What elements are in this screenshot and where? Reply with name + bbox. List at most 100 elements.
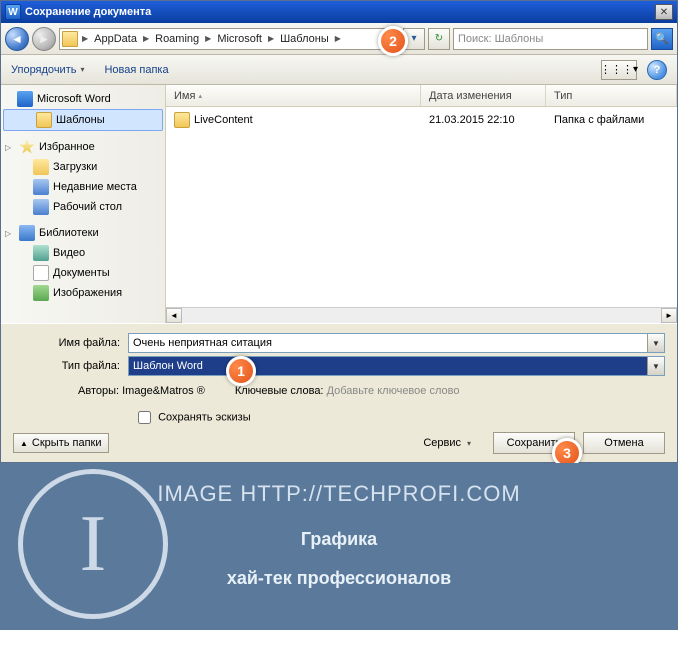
sidebar-item-label: Изображения xyxy=(53,287,122,299)
watermark-logo: I xyxy=(18,469,168,619)
dropdown-icon[interactable]: ▼ xyxy=(647,334,664,352)
horizontal-scrollbar[interactable]: ◄ ► xyxy=(166,307,677,323)
sidebar-item-label: Избранное xyxy=(39,141,95,153)
new-folder-button[interactable]: Новая папка xyxy=(104,64,168,76)
breadcrumb-item[interactable]: Шаблоны xyxy=(278,33,331,45)
cancel-button[interactable]: Отмена xyxy=(583,432,665,454)
chevron-right-icon[interactable]: ▶ xyxy=(266,34,276,43)
filetype-label: Тип файла: xyxy=(13,360,128,372)
sidebar-item-images[interactable]: Изображения xyxy=(1,283,165,303)
documents-icon xyxy=(33,265,49,281)
sidebar-item-videos[interactable]: Видео xyxy=(1,243,165,263)
forward-button[interactable]: ► xyxy=(32,27,56,51)
col-date[interactable]: Дата изменения xyxy=(421,85,546,106)
sidebar-item-favorites[interactable]: ▷ Избранное xyxy=(1,137,165,157)
file-name: LiveContent xyxy=(194,114,253,126)
recent-places-icon xyxy=(33,179,49,195)
file-type: Папка с файлами xyxy=(554,114,644,126)
help-button[interactable]: ? xyxy=(647,60,667,80)
images-icon xyxy=(33,285,49,301)
filename-input[interactable]: Очень неприятная ситация ▼ xyxy=(128,333,665,353)
sort-indicator-icon: ▴ xyxy=(198,92,202,100)
chevron-right-icon[interactable]: ▶ xyxy=(141,34,151,43)
sidebar-item-recent[interactable]: Недавние места xyxy=(1,177,165,197)
expander-icon[interactable]: ▷ xyxy=(5,143,15,152)
word-icon: W xyxy=(5,4,21,20)
col-name[interactable]: Имя ▴ xyxy=(166,85,421,106)
keywords-hint[interactable]: Добавьте ключевое слово xyxy=(327,385,460,397)
sidebar-item-downloads[interactable]: Загрузки xyxy=(1,157,165,177)
authors-label: Авторы: xyxy=(78,385,119,397)
sidebar-item-label: Документы xyxy=(53,267,110,279)
sidebar-item-label: Недавние места xyxy=(53,181,137,193)
col-label: Имя xyxy=(174,90,195,102)
refresh-button[interactable]: ↻ xyxy=(428,28,450,50)
sidebar-item-desktop[interactable]: Рабочий стол xyxy=(1,197,165,217)
filename-label: Имя файла: xyxy=(13,337,128,349)
cancel-button-label: Отмена xyxy=(604,437,643,449)
breadcrumb-item[interactable]: Roaming xyxy=(153,33,201,45)
breadcrumb-item[interactable]: Microsoft xyxy=(215,33,264,45)
file-row[interactable]: LiveContent 21.03.2015 22:10 Папка с фай… xyxy=(166,107,677,133)
folder-icon xyxy=(36,112,52,128)
sidebar-item-label: Рабочий стол xyxy=(53,201,122,213)
window-title: Сохранение документа xyxy=(25,6,655,18)
titlebar: W Сохранение документа ✕ xyxy=(1,1,677,23)
word-icon xyxy=(17,91,33,107)
chevron-right-icon[interactable]: ▶ xyxy=(203,34,213,43)
sidebar-item-label: Шаблоны xyxy=(56,114,105,126)
watermark-footer: I IMAGE HTTP://TECHPROFI.COM Графика хай… xyxy=(0,463,678,630)
toolbar: Упорядочить Новая папка ⋮⋮⋮ ▾ ? xyxy=(1,55,677,85)
file-rows[interactable]: LiveContent 21.03.2015 22:10 Папка с фай… xyxy=(166,107,677,307)
content-area: Microsoft Word Шаблоны ▷ Избранное Загру… xyxy=(1,85,677,323)
folder-icon xyxy=(174,112,190,128)
search-go-button[interactable]: 🔍 xyxy=(651,28,673,50)
expander-icon[interactable]: ▷ xyxy=(5,229,15,238)
scroll-left-icon[interactable]: ◄ xyxy=(166,308,182,323)
dropdown-icon[interactable]: ▼ xyxy=(647,357,664,375)
navigation-pane: Microsoft Word Шаблоны ▷ Избранное Загру… xyxy=(1,85,166,323)
breadcrumb-item[interactable]: AppData xyxy=(92,33,139,45)
organize-button[interactable]: Упорядочить xyxy=(11,64,84,76)
close-button[interactable]: ✕ xyxy=(655,4,673,20)
search-placeholder: Поиск: Шаблоны xyxy=(458,33,543,45)
marker-2: 2 xyxy=(378,26,408,56)
save-thumbnail-checkbox[interactable] xyxy=(138,411,151,424)
sidebar-item-label: Видео xyxy=(53,247,85,259)
view-options-button[interactable]: ⋮⋮⋮ ▾ xyxy=(601,60,637,80)
filetype-select[interactable]: Шаблон Word ▼ xyxy=(128,356,665,376)
col-type[interactable]: Тип xyxy=(546,85,677,106)
col-label: Тип xyxy=(554,90,572,102)
watermark-letter: I xyxy=(80,499,107,590)
column-headers: Имя ▴ Дата изменения Тип xyxy=(166,85,677,107)
navigation-bar: ◄ ► ▶ AppData ▶ Roaming ▶ Microsoft ▶ Ша… xyxy=(1,23,677,55)
chevron-right-icon[interactable]: ▶ xyxy=(333,34,343,43)
address-bar[interactable]: ▶ AppData ▶ Roaming ▶ Microsoft ▶ Шаблон… xyxy=(59,28,400,50)
sidebar-item-label: Библиотеки xyxy=(39,227,99,239)
downloads-icon xyxy=(33,159,49,175)
tools-button[interactable]: Сервис xyxy=(423,437,471,449)
save-thumbnail-label: Сохранять эскизы xyxy=(158,411,251,423)
marker-1: 1 xyxy=(226,356,256,386)
col-label: Дата изменения xyxy=(429,90,512,102)
keywords-label: Ключевые слова: xyxy=(235,385,324,397)
libraries-icon xyxy=(19,225,35,241)
hide-folders-button[interactable]: ▲ Скрыть папки xyxy=(13,433,109,453)
filename-value: Очень неприятная ситация xyxy=(133,337,272,349)
sidebar-item-documents[interactable]: Документы xyxy=(1,263,165,283)
chevron-up-icon: ▲ xyxy=(20,439,28,448)
filetype-value: Шаблон Word xyxy=(133,360,203,372)
sidebar-item-libraries[interactable]: ▷ Библиотеки xyxy=(1,223,165,243)
sidebar-item-label: Microsoft Word xyxy=(37,93,111,105)
sidebar-item-templates[interactable]: Шаблоны xyxy=(3,109,163,131)
chevron-right-icon[interactable]: ▶ xyxy=(80,34,90,43)
sidebar-item-label: Загрузки xyxy=(53,161,97,173)
authors-value[interactable]: Image&Matros ® xyxy=(122,385,205,397)
back-button[interactable]: ◄ xyxy=(5,27,29,51)
hide-folders-label: Скрыть папки xyxy=(32,437,102,449)
scroll-right-icon[interactable]: ► xyxy=(661,308,677,323)
star-icon xyxy=(19,139,35,155)
search-input[interactable]: Поиск: Шаблоны xyxy=(453,28,648,50)
tools-label: Сервис xyxy=(423,437,461,449)
sidebar-item-word[interactable]: Microsoft Word xyxy=(1,89,165,109)
